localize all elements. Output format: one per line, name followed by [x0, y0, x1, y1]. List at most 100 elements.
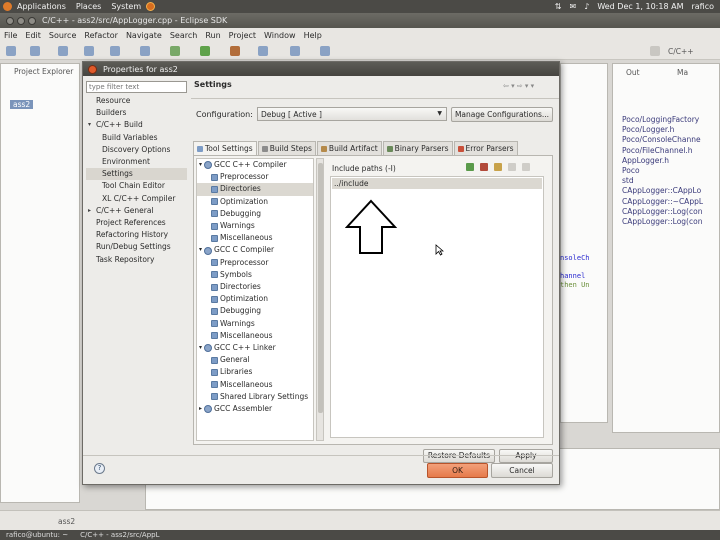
nav-item-cpp-build[interactable]: ▾ C/C++ Build — [86, 119, 187, 131]
filter-input[interactable] — [86, 81, 187, 93]
menu-window[interactable]: Window — [260, 31, 300, 40]
outline-item[interactable]: CAppLogger::Log(con — [622, 207, 703, 217]
expand-arrow-icon[interactable]: ▾ — [199, 159, 202, 171]
firefox-icon[interactable] — [146, 2, 156, 11]
nav-item-task-repository[interactable]: Task Repository — [86, 254, 187, 266]
ok-button[interactable]: OK — [427, 463, 488, 478]
panel-menu-places[interactable]: Places — [71, 2, 106, 11]
add-path-icon[interactable] — [466, 163, 474, 171]
menu-help[interactable]: Help — [300, 31, 326, 40]
panel-user[interactable]: rafico — [691, 2, 714, 11]
tool-group-gcc-assembler[interactable]: ▸ GCC Assembler — [197, 403, 313, 415]
outline-item[interactable]: Poco/LoggingFactory — [622, 115, 703, 125]
window-maximize-icon[interactable] — [28, 16, 36, 25]
apply-button[interactable]: Apply — [499, 449, 553, 463]
help-icon[interactable]: ? — [94, 463, 105, 474]
tool-node-general[interactable]: General — [197, 354, 313, 366]
tool-tree-scrollbar[interactable] — [316, 158, 324, 441]
configuration-select[interactable]: Debug [ Active ] ▼ — [257, 107, 447, 121]
menu-refactor[interactable]: Refactor — [80, 31, 122, 40]
panel-menu-system[interactable]: System — [106, 2, 146, 11]
panel-clock[interactable]: Wed Dec 1, 10:18 AM — [597, 2, 683, 11]
menu-search[interactable]: Search — [166, 31, 201, 40]
tool-node-debugging[interactable]: Debugging — [197, 208, 313, 220]
perspective-tab-cpp[interactable]: C/C++ — [668, 47, 694, 56]
manage-configurations-button[interactable]: Manage Configurations... — [451, 107, 553, 122]
menu-file[interactable]: File — [0, 31, 21, 40]
cancel-button[interactable]: Cancel — [491, 463, 553, 478]
tab-error-parsers[interactable]: Error Parsers — [453, 141, 518, 155]
network-icon[interactable]: ⇅ — [555, 2, 562, 11]
search-icon[interactable] — [140, 46, 150, 56]
menu-run[interactable]: Run — [201, 31, 224, 40]
menu-navigate[interactable]: Navigate — [122, 31, 166, 40]
nav-item-build-variables[interactable]: Build Variables — [86, 132, 187, 144]
outline-item[interactable]: Poco/FileChannel.h — [622, 146, 703, 156]
nav-item-run-debug-settings[interactable]: Run/Debug Settings — [86, 241, 187, 253]
collapse-arrow-icon[interactable]: ▸ — [88, 205, 91, 217]
ubuntu-logo-icon[interactable] — [3, 2, 12, 11]
tool-node-libraries[interactable]: Libraries — [197, 366, 313, 378]
collapse-arrow-icon[interactable]: ▸ — [199, 403, 202, 415]
open-type-icon[interactable] — [258, 46, 268, 56]
nav-item-resource[interactable]: Resource — [86, 95, 187, 107]
expand-arrow-icon[interactable]: ▾ — [199, 342, 202, 354]
nav-item-settings[interactable]: Settings — [86, 168, 187, 181]
new-icon[interactable] — [6, 46, 16, 56]
tool-node-directories[interactable]: Directories — [197, 281, 313, 293]
tool-node-optimization[interactable]: Optimization — [197, 293, 313, 305]
tool-node-directories[interactable]: Directories — [197, 183, 313, 196]
outline-item[interactable]: CAppLogger::Log(con — [622, 217, 703, 227]
tool-node-shared-library-settings[interactable]: Shared Library Settings — [197, 391, 313, 403]
tool-node-preprocessor[interactable]: Preprocessor — [197, 257, 313, 269]
window-minimize-icon[interactable] — [17, 16, 25, 25]
nav-item-tool-chain-editor[interactable]: Tool Chain Editor — [86, 180, 187, 192]
move-up-icon[interactable] — [508, 163, 516, 171]
next-annotation-icon[interactable] — [290, 46, 300, 56]
tool-group-gcc-cpp-linker[interactable]: ▾ GCC C++ Linker — [197, 342, 313, 354]
window-close-icon[interactable] — [6, 16, 14, 25]
menu-source[interactable]: Source — [45, 31, 80, 40]
new-folder-icon[interactable] — [110, 46, 120, 56]
tool-node-warnings[interactable]: Warnings — [197, 220, 313, 232]
outline-item[interactable]: std — [622, 176, 703, 186]
project-explorer-tab[interactable]: Project Explorer — [14, 67, 73, 76]
outline-tab[interactable]: Out — [626, 68, 640, 77]
tool-node-miscellaneous[interactable]: Miscellaneous — [197, 379, 313, 391]
restore-defaults-button[interactable]: Restore Defaults — [423, 449, 495, 463]
nav-item-discovery-options[interactable]: Discovery Options — [86, 144, 187, 156]
tool-node-symbols[interactable]: Symbols — [197, 269, 313, 281]
tool-node-warnings[interactable]: Warnings — [197, 318, 313, 330]
outline-item[interactable]: CAppLogger::CAppLo — [622, 186, 703, 196]
menu-edit[interactable]: Edit — [21, 31, 45, 40]
project-item-ass2[interactable]: ass2 — [10, 100, 34, 109]
tool-node-miscellaneous[interactable]: Miscellaneous — [197, 232, 313, 244]
nav-item-xl-compiler[interactable]: XL C/C++ Compiler — [86, 193, 187, 205]
delete-path-icon[interactable] — [480, 163, 488, 171]
tool-node-debugging[interactable]: Debugging — [197, 305, 313, 317]
taskbar-item-terminal[interactable]: rafico@ubuntu: ~ — [0, 531, 74, 539]
outline-item[interactable]: AppLogger.h — [622, 156, 703, 166]
tab-tool-settings[interactable]: Tool Settings — [193, 141, 257, 155]
tool-group-gcc-c-compiler[interactable]: ▾ GCC C Compiler — [197, 244, 313, 256]
taskbar-item-eclipse[interactable]: C/C++ - ass2/src/AppL — [74, 531, 165, 539]
tab-binary-parsers[interactable]: Binary Parsers — [382, 141, 453, 155]
tool-node-miscellaneous[interactable]: Miscellaneous — [197, 330, 313, 342]
outline-item[interactable]: Poco — [622, 166, 703, 176]
debug-icon[interactable] — [170, 46, 180, 56]
expand-arrow-icon[interactable]: ▾ — [88, 119, 91, 131]
move-down-icon[interactable] — [522, 163, 530, 171]
outline-item[interactable]: Poco/ConsoleChanne — [622, 135, 703, 145]
tool-group-gcc-cpp-compiler[interactable]: ▾ GCC C++ Compiler — [197, 159, 313, 171]
tab-build-steps[interactable]: Build Steps — [257, 141, 316, 155]
build-icon[interactable] — [58, 46, 68, 56]
nav-item-refactoring-history[interactable]: Refactoring History — [86, 229, 187, 241]
expand-arrow-icon[interactable]: ▾ — [199, 244, 202, 256]
save-icon[interactable] — [30, 46, 40, 56]
tool-node-preprocessor[interactable]: Preprocessor — [197, 171, 313, 183]
new-class-icon[interactable] — [84, 46, 94, 56]
external-tools-icon[interactable] — [230, 46, 240, 56]
open-perspective-icon[interactable] — [650, 46, 660, 56]
outline-item[interactable]: CAppLogger::~CAppL — [622, 197, 703, 207]
nav-item-builders[interactable]: Builders — [86, 107, 187, 119]
